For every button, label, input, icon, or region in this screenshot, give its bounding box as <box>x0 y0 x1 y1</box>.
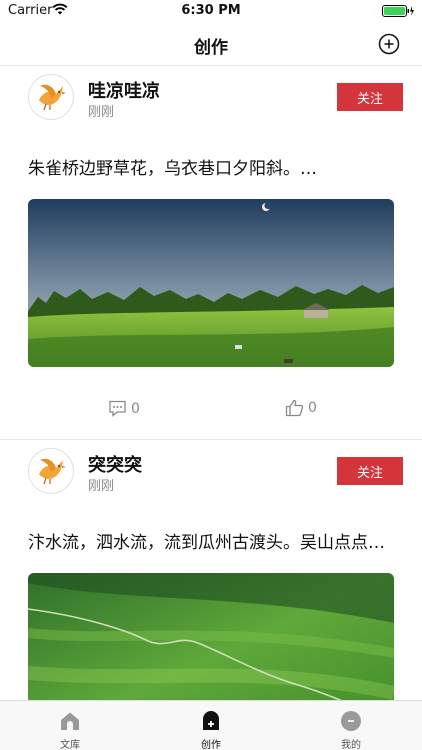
author-name[interactable]: 突突突 <box>88 451 142 477</box>
post-time: 刚刚 <box>88 105 115 120</box>
add-circle-icon[interactable] <box>378 33 400 55</box>
tab-label: 我的 <box>341 740 361 750</box>
tab-profile[interactable]: 我的 <box>311 701 391 750</box>
post-card: 哇凉哇凉 刚刚 关注 朱雀桥边野草花，乌衣巷口夕阳斜。… 0 0 <box>0 66 422 439</box>
comment-count: 0 <box>131 400 140 417</box>
battery-icon <box>382 5 414 17</box>
avatar[interactable] <box>28 74 74 120</box>
tab-label: 创作 <box>201 740 221 750</box>
create-icon <box>203 711 219 730</box>
post-image[interactable] <box>28 199 394 367</box>
page-title: 创作 <box>194 38 228 58</box>
follow-button[interactable]: 关注 <box>337 457 403 485</box>
home-icon <box>61 712 79 730</box>
post-time: 刚刚 <box>88 479 115 494</box>
comment-action[interactable]: 0 <box>108 400 140 417</box>
tab-bar: 文库 创作 我的 <box>0 700 422 750</box>
post-card: 突突突 刚刚 关注 汴水流，泗水流，流到瓜州古渡头。吴山点点… <box>0 440 422 700</box>
tab-library[interactable]: 文库 <box>30 701 110 750</box>
follow-button[interactable]: 关注 <box>337 83 403 111</box>
author-name[interactable]: 哇凉哇凉 <box>88 77 160 103</box>
like-count: 0 <box>308 400 317 416</box>
landscape-image <box>28 199 394 367</box>
avatar[interactable] <box>28 448 74 494</box>
navigation-bar: 创作 <box>0 22 422 66</box>
post-image[interactable] <box>28 573 394 700</box>
post-text[interactable]: 汴水流，泗水流，流到瓜州古渡头。吴山点点… <box>28 528 385 553</box>
post-feed[interactable]: 哇凉哇凉 刚刚 关注 朱雀桥边野草花，乌衣巷口夕阳斜。… 0 0 突突突 刚刚 … <box>0 66 422 700</box>
post-text[interactable]: 朱雀桥边野草花，乌衣巷口夕阳斜。… <box>28 154 317 179</box>
thumbs-up-icon <box>285 399 304 417</box>
like-action[interactable]: 0 <box>285 399 317 417</box>
comment-icon <box>109 400 126 417</box>
bird-avatar-icon <box>39 84 66 111</box>
status-bar: Carrier 6:30 PM <box>0 0 422 22</box>
tab-create[interactable]: 创作 <box>171 701 251 750</box>
clock: 6:30 PM <box>181 3 241 18</box>
tab-label: 文库 <box>60 740 80 750</box>
bird-avatar-icon <box>39 458 66 485</box>
green-valley-image <box>28 573 394 700</box>
profile-icon <box>341 711 361 731</box>
